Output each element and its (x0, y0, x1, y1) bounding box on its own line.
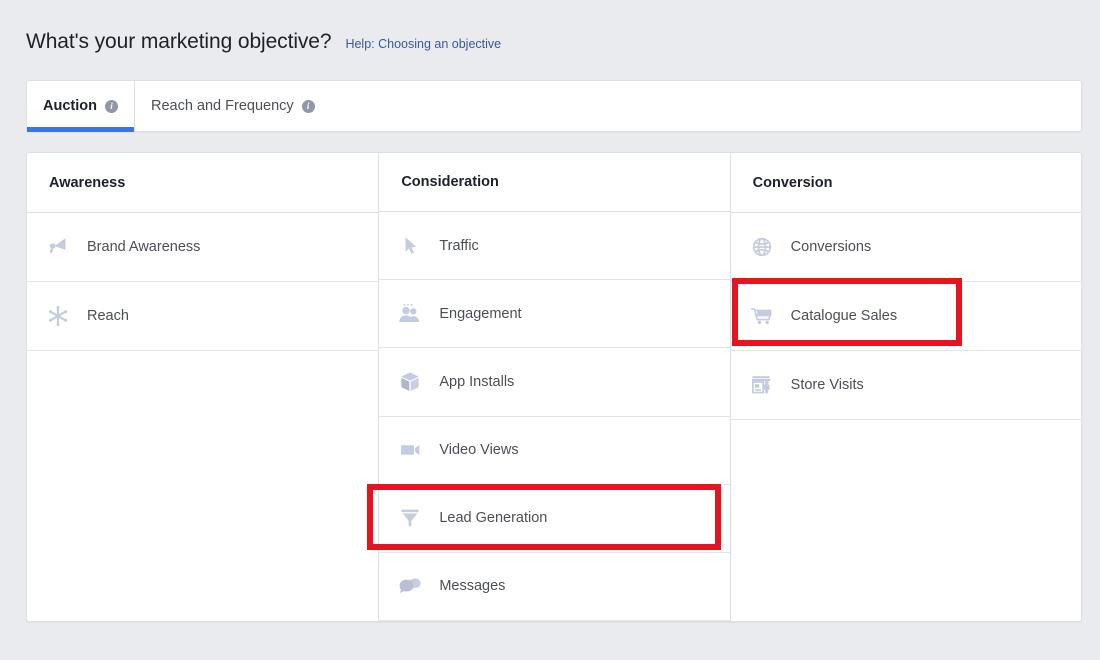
column-conversion: Conversion Conversions (730, 153, 1081, 621)
objective-label: Store Visits (791, 377, 864, 393)
column-consideration: Consideration Traffic (378, 153, 729, 621)
objectives-table: Awareness Brand Awareness (26, 152, 1082, 622)
storefront-icon (747, 370, 777, 400)
cursor-arrow-icon (395, 231, 425, 261)
objective-label: Video Views (439, 442, 518, 458)
objective-messages[interactable]: Messages (379, 553, 729, 621)
tab-reach-and-frequency[interactable]: Reach and Frequency i (135, 81, 331, 131)
objective-store-visits[interactable]: Store Visits (731, 351, 1081, 420)
tab-auction[interactable]: Auction i (27, 81, 134, 131)
column-header-consideration: Consideration (379, 153, 729, 212)
speech-bubbles-icon (395, 571, 425, 601)
column-awareness: Awareness Brand Awareness (27, 153, 378, 621)
objective-label: Messages (439, 578, 505, 594)
funnel-icon (395, 503, 425, 533)
objective-label: Lead Generation (439, 510, 547, 526)
video-camera-icon (395, 435, 425, 465)
tab-bar: Auction i Reach and Frequency i (26, 80, 1082, 132)
objective-label: Engagement (439, 306, 521, 322)
objective-conversions[interactable]: Conversions (731, 213, 1081, 282)
globe-icon (747, 232, 777, 262)
objective-traffic[interactable]: Traffic (379, 212, 729, 280)
objective-label: App Installs (439, 374, 514, 390)
help-choosing-objective-link[interactable]: Help: Choosing an objective (345, 37, 501, 51)
shopping-cart-icon (747, 301, 777, 331)
objective-engagement[interactable]: Engagement (379, 280, 729, 348)
megaphone-icon (43, 232, 73, 262)
page-header: What's your marketing objective? Help: C… (26, 30, 501, 54)
objective-lead-generation[interactable]: Lead Generation (379, 485, 729, 553)
info-icon[interactable]: i (302, 100, 315, 113)
tab-reach-and-frequency-label: Reach and Frequency (151, 98, 294, 114)
page-title: What's your marketing objective? (26, 30, 331, 54)
info-icon[interactable]: i (105, 100, 118, 113)
starburst-icon (43, 301, 73, 331)
objective-app-installs[interactable]: App Installs (379, 348, 729, 416)
column-header-awareness: Awareness (27, 153, 378, 213)
objective-label: Catalogue Sales (791, 308, 897, 324)
objective-label: Conversions (791, 239, 872, 255)
objective-brand-awareness[interactable]: Brand Awareness (27, 213, 378, 282)
objective-video-views[interactable]: Video Views (379, 417, 729, 485)
objective-label: Brand Awareness (87, 239, 200, 255)
column-header-conversion: Conversion (731, 153, 1081, 213)
objective-reach[interactable]: Reach (27, 282, 378, 351)
people-group-icon (395, 299, 425, 329)
cube-box-icon (395, 367, 425, 397)
objective-label: Reach (87, 308, 129, 324)
tab-auction-label: Auction (43, 98, 97, 114)
objective-label: Traffic (439, 238, 478, 254)
objective-catalogue-sales[interactable]: Catalogue Sales (731, 282, 1081, 351)
